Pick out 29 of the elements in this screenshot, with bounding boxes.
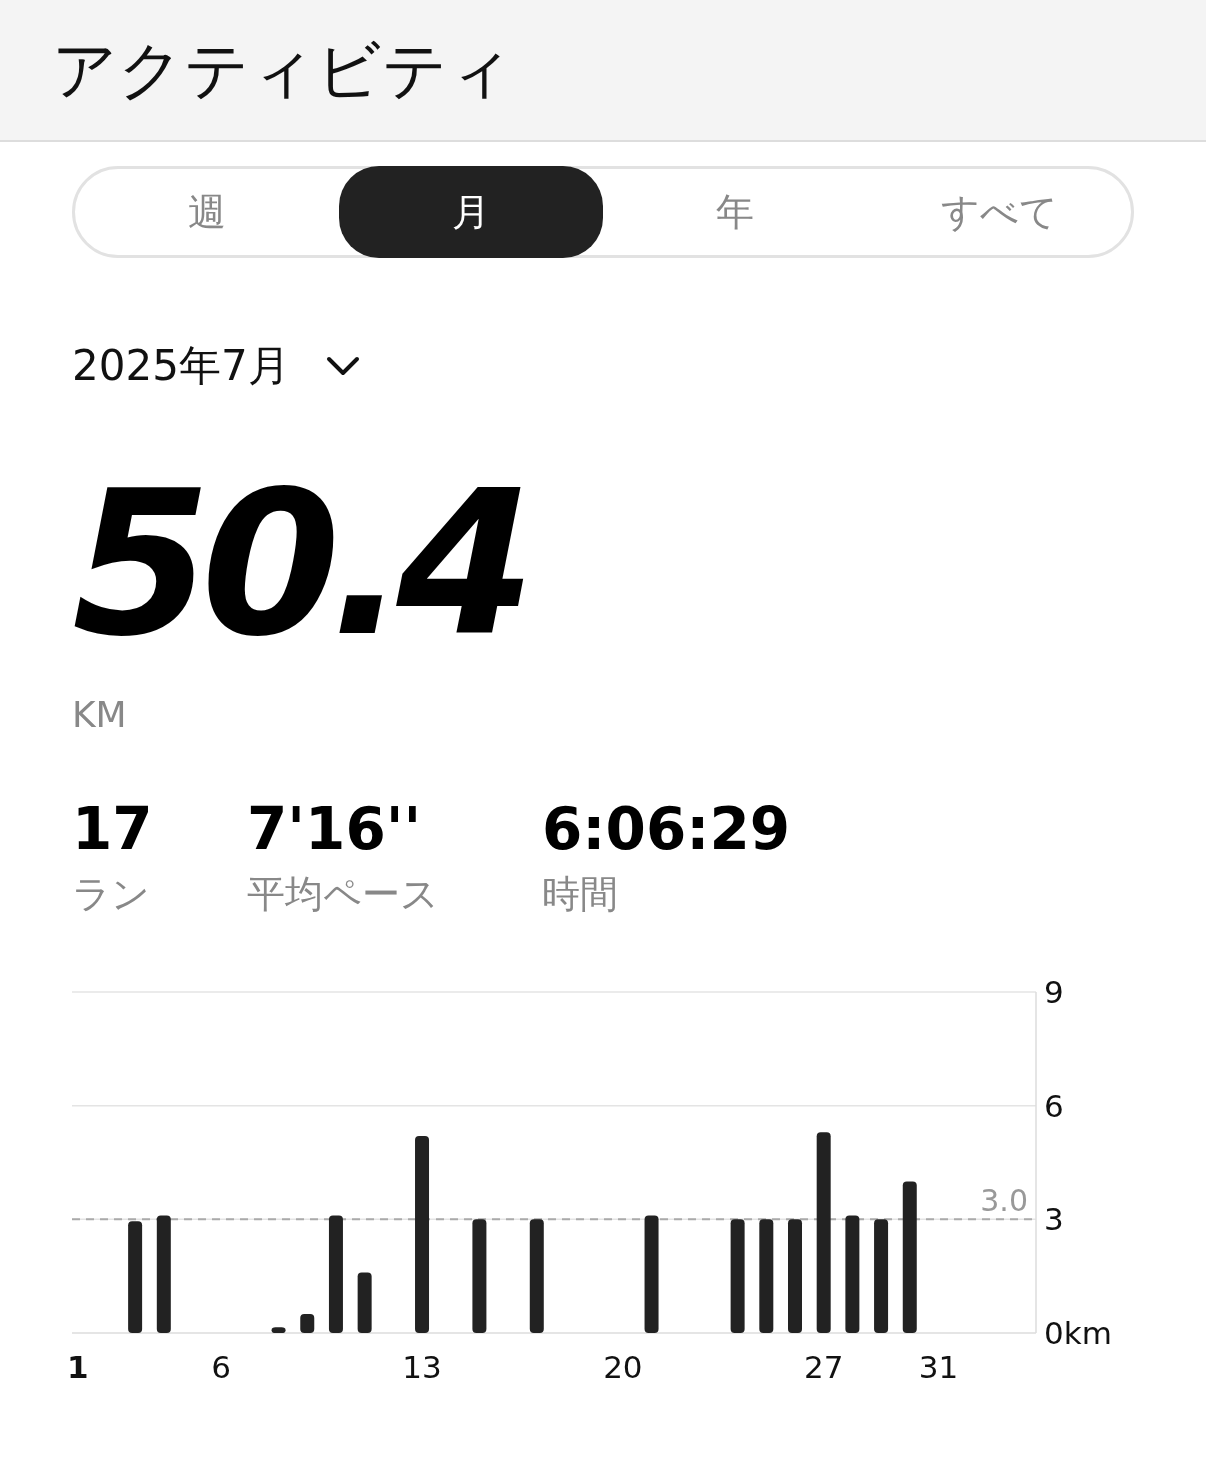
- month-picker[interactable]: 2025年7月: [72, 338, 360, 394]
- distance-unit: KM: [72, 694, 128, 735]
- stat-value: 7'16'': [247, 797, 423, 861]
- x-axis-label: 1: [66, 1349, 89, 1385]
- period-tab[interactable]: 月: [339, 166, 603, 258]
- distance-bar: [271, 1327, 286, 1333]
- page-title: アクティビティ: [52, 31, 514, 109]
- period-tab[interactable]: すべて: [867, 166, 1131, 258]
- stat-label: 平均ペース: [247, 871, 440, 918]
- chevron-down-icon: [325, 355, 360, 377]
- x-axis-label: 31: [918, 1349, 959, 1385]
- stat-value: 17: [72, 797, 154, 861]
- x-axis-label: 20: [603, 1349, 643, 1385]
- x-axis-label: 27: [803, 1349, 844, 1385]
- stat-label: 時間: [542, 871, 619, 918]
- distance-bar: [357, 1272, 372, 1333]
- total-distance: 50.4: [72, 464, 527, 664]
- y-axis-label: 6: [1044, 1087, 1064, 1124]
- y-axis-label: 9: [1044, 974, 1064, 1010]
- x-axis-label: 6: [211, 1349, 232, 1385]
- y-axis-label: 3: [1044, 1201, 1064, 1238]
- average-label: 3.0: [980, 1183, 1028, 1219]
- y-axis-label: 0km: [1044, 1315, 1112, 1351]
- distance-bar: [300, 1314, 315, 1333]
- x-axis-label: 13: [402, 1349, 442, 1385]
- stat-label: ラン: [72, 871, 151, 918]
- period-tab[interactable]: 週: [75, 166, 339, 258]
- stat-value: 6:06:29: [542, 797, 791, 861]
- period-tab[interactable]: 年: [603, 166, 867, 258]
